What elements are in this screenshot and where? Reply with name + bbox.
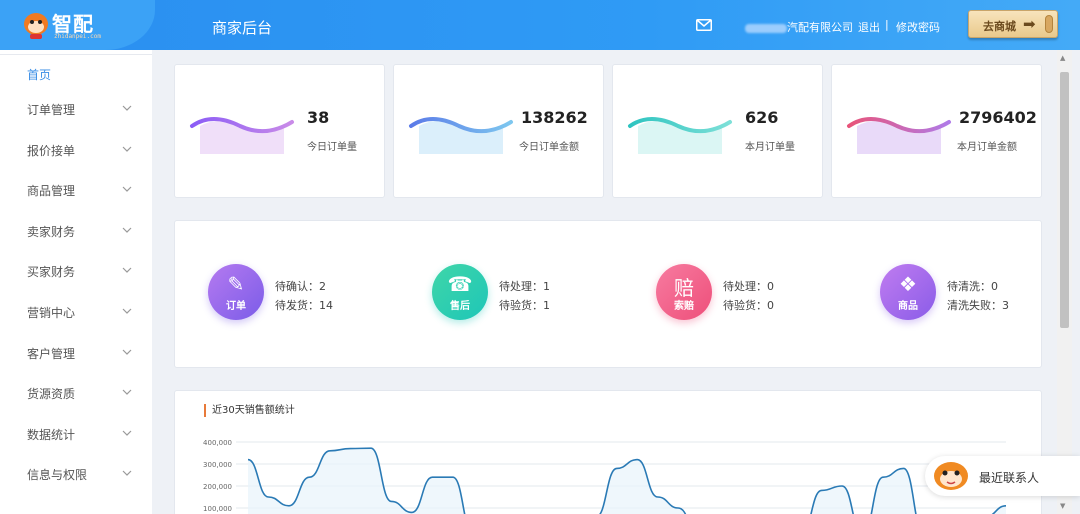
badge-glyph-icon: ✎	[227, 272, 245, 296]
sidebar-divider	[0, 54, 152, 55]
badge-label: 订单	[226, 301, 246, 312]
sidebar-item-label: 商品管理	[27, 184, 76, 199]
stat-value: 626	[745, 108, 779, 127]
badge-glyph-icon: ☎	[447, 272, 473, 296]
wave-decoration-icon	[847, 117, 951, 154]
y-tick-label: 400,000	[203, 439, 232, 447]
sidebar-item-label: 货源资质	[27, 387, 76, 402]
sidebar-item[interactable]: 买家财务	[0, 256, 152, 286]
sidebar-item[interactable]: 客户管理	[0, 338, 152, 368]
sidebar-item-label: 信息与权限	[27, 468, 88, 483]
sidebar-item-label: 营销中心	[27, 306, 76, 320]
pending-status-text[interactable]: 待验货：0	[723, 297, 774, 313]
sidebar-item[interactable]: 数据统计	[0, 419, 152, 449]
pending-status-text[interactable]: 待确认：2	[275, 278, 326, 294]
wave-decoration-icon	[628, 117, 732, 154]
scroll-up-icon[interactable]: ▲	[1060, 54, 1065, 62]
sales-line-chart: 400,000 300,000 200,000 100,000	[203, 439, 1007, 514]
sidebar-item-label: 卖家财务	[27, 224, 76, 239]
sidebar-item-label: 报价接单	[27, 143, 76, 158]
chevron-down-icon	[122, 430, 132, 436]
sign-peg-icon	[1045, 15, 1053, 33]
company-name: 汽配有限公司	[745, 19, 853, 35]
wave-decoration-icon	[190, 117, 294, 154]
recent-contacts-button[interactable]: 最近联系人	[925, 456, 1080, 496]
scrollbar-thumb[interactable]	[1060, 72, 1069, 328]
stat-value: 2796402	[959, 108, 1037, 127]
chevron-down-icon	[122, 470, 132, 477]
chevron-down-icon	[122, 267, 132, 274]
mascot-face-icon	[934, 462, 968, 490]
stat-label: 本月订单量	[745, 142, 795, 153]
pending-status-text[interactable]: 待处理：0	[723, 278, 774, 294]
sidebar-item[interactable]: 商品管理	[0, 175, 152, 205]
badge-label: 售后	[450, 301, 470, 312]
chevron-down-icon	[122, 227, 132, 233]
sidebar-item[interactable]: 报价接单	[0, 135, 152, 165]
stat-value: 138262	[521, 108, 588, 127]
badge-label: 索赔	[674, 301, 694, 312]
change-password-link[interactable]: 修改密码	[896, 19, 940, 35]
sidebar-item-label: 数据统计	[27, 427, 76, 442]
pending-status-text[interactable]: 待发货：14	[275, 297, 333, 313]
pending-badge[interactable]: 赔索赔	[656, 264, 712, 320]
sidebar-item[interactable]: 信息与权限	[0, 459, 152, 489]
sidebar-item[interactable]: 卖家财务	[0, 216, 152, 246]
chevron-down-icon	[122, 186, 132, 193]
chart-title: 近30天销售额统计	[204, 404, 295, 417]
pending-status-text[interactable]: 清洗失败：3	[947, 297, 1009, 313]
logo-area[interactable]: 智配 zhidanpei.com	[0, 0, 155, 50]
chevron-down-icon	[122, 146, 132, 152]
y-tick-label: 200,000	[203, 483, 232, 491]
logout-link[interactable]: 退出	[858, 19, 880, 35]
sidebar-item-label: 买家财务	[27, 265, 76, 280]
sidebar-item-home[interactable]: 首页	[27, 66, 51, 83]
logo-subtext: zhidanpei.com	[54, 33, 101, 40]
badge-glyph-icon: ❖	[899, 272, 917, 296]
chevron-down-icon	[122, 349, 132, 355]
chevron-down-icon	[122, 105, 132, 111]
arrow-right-icon: ➡	[1023, 15, 1036, 33]
sidebar-item[interactable]: 订单管理	[0, 94, 152, 124]
y-tick-label: 300,000	[203, 461, 232, 469]
logo-mascot-icon	[24, 13, 48, 39]
chevron-down-icon	[122, 389, 132, 396]
sidebar-item-label: 订单管理	[27, 103, 76, 117]
blurred-company-prefix	[745, 23, 787, 33]
chevron-down-icon	[122, 308, 132, 314]
pending-status-text[interactable]: 待清洗：0	[947, 278, 998, 294]
sidebar-item-label: 客户管理	[27, 346, 76, 361]
pending-status-text[interactable]: 待验货：1	[499, 297, 550, 313]
stat-label: 本月订单金额	[957, 142, 1017, 153]
recent-contacts-label: 最近联系人	[979, 471, 1040, 485]
pending-badge[interactable]: ✎ 订单	[208, 264, 264, 320]
y-tick-label: 100,000	[203, 505, 232, 513]
stat-label: 今日订单金额	[519, 142, 579, 153]
badge-label: 商品	[898, 301, 918, 312]
top-header: 智配 zhidanpei.com 商家后台 汽配有限公司 退出 | 修改密码 去…	[0, 0, 1080, 50]
page-title: 商家后台	[212, 19, 273, 37]
scroll-down-icon[interactable]: ▼	[1060, 502, 1065, 510]
pending-badge[interactable]: ☎ 售后	[432, 264, 488, 320]
go-shop-button[interactable]: 去商城 ➡	[968, 10, 1058, 38]
sidebar-item[interactable]: 货源资质	[0, 378, 152, 408]
chart-area-fill	[248, 448, 1006, 514]
mail-icon[interactable]	[696, 19, 712, 31]
pending-status-text[interactable]: 待处理：1	[499, 278, 550, 294]
pending-badge[interactable]: ❖ 商品	[880, 264, 936, 320]
sidebar: 首页 订单管理报价接单商品管理卖家财务买家财务营销中心客户管理货源资质数据统计信…	[0, 50, 152, 514]
stat-value: 38	[307, 108, 330, 127]
header-separator: |	[885, 18, 889, 31]
sidebar-item[interactable]: 营销中心	[0, 297, 152, 327]
wave-decoration-icon	[409, 117, 513, 154]
go-shop-label: 去商城	[983, 20, 1016, 33]
stat-label: 今日订单量	[307, 142, 357, 153]
